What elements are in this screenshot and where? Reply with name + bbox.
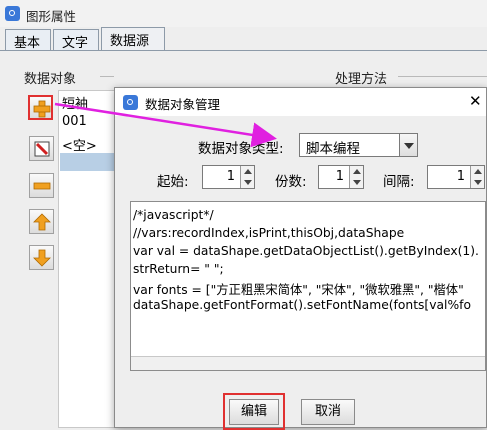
group-border: [100, 76, 114, 77]
group-border-right: [398, 76, 487, 77]
cancel-button[interactable]: 取消: [301, 399, 355, 425]
move-down-icon: [33, 249, 51, 267]
script-line: var fonts = ["方正粗黑宋简体", "宋体", "微软雅黑", "楷…: [133, 283, 464, 297]
interval-value: 1: [456, 169, 465, 184]
script-editor[interactable]: /*javascript*/ //vars:recordIndex,isPrin…: [130, 201, 486, 371]
dialog-app-icon: [123, 95, 138, 110]
remove-icon: [33, 182, 51, 190]
tab-basic[interactable]: 基本: [5, 29, 51, 51]
interval-spinner[interactable]: 1: [427, 165, 485, 189]
move-down-button[interactable]: [29, 245, 54, 270]
tab-divider: [0, 50, 487, 51]
list-item[interactable]: 001: [62, 114, 87, 129]
count-label: 份数:: [275, 174, 307, 190]
spin-down-icon[interactable]: [349, 177, 363, 188]
add-button[interactable]: [28, 95, 53, 120]
start-value: 1: [226, 169, 235, 184]
edit-icon: [34, 141, 50, 157]
list-selection: [60, 153, 118, 171]
type-select[interactable]: 脚本编程: [299, 133, 418, 157]
app-icon: [5, 6, 20, 21]
script-line: /*javascript*/: [133, 208, 214, 222]
script-line: var val = dataShape.getDataObjectList().…: [133, 244, 479, 258]
script-line: strReturn= " ";: [133, 262, 224, 276]
type-label: 数据对象类型:: [198, 141, 284, 157]
dialog-title: 数据对象管理: [145, 97, 221, 112]
close-icon[interactable]: ✕: [469, 92, 482, 110]
type-select-value: 脚本编程: [306, 141, 360, 157]
script-line: dataShape.getFontFormat().setFontName(fo…: [133, 298, 471, 312]
window-title-bar: 图形属性: [0, 0, 487, 27]
spin-up-icon[interactable]: [240, 166, 254, 177]
dialog-title-bar: 数据对象管理 ✕: [115, 88, 486, 116]
add-icon: [33, 100, 51, 118]
data-object-list[interactable]: 短袖 001 <空>: [58, 90, 120, 428]
spin-up-icon[interactable]: [470, 166, 484, 177]
tab-datasource[interactable]: 数据源: [101, 27, 165, 51]
remove-button[interactable]: [29, 173, 54, 198]
tab-text[interactable]: 文字: [53, 29, 99, 51]
count-spinner[interactable]: 1: [318, 165, 364, 189]
data-object-manager-dialog: 数据对象管理 ✕ 数据对象类型: 脚本编程 起始: 1 份数: 1 间隔: 1: [114, 87, 487, 430]
count-value: 1: [335, 169, 344, 184]
spin-down-icon[interactable]: [240, 177, 254, 188]
list-item[interactable]: <空>: [62, 135, 97, 154]
move-up-icon: [33, 213, 51, 231]
script-line: //vars:recordIndex,isPrint,thisObj,dataS…: [133, 226, 405, 240]
interval-label: 间隔:: [383, 174, 415, 190]
highlight-box: [223, 393, 285, 430]
data-objects-label: 数据对象: [24, 72, 77, 87]
spin-up-icon[interactable]: [349, 166, 363, 177]
start-spinner[interactable]: 1: [202, 165, 255, 189]
move-up-button[interactable]: [29, 209, 54, 234]
horizontal-scrollbar[interactable]: [131, 356, 485, 370]
edit-button[interactable]: [29, 136, 54, 161]
window-title: 图形属性: [26, 9, 77, 24]
chevron-down-icon[interactable]: [399, 134, 417, 156]
processing-method-label: 处理方法: [335, 72, 388, 87]
spin-down-icon[interactable]: [470, 177, 484, 188]
list-item[interactable]: 短袖: [62, 93, 88, 112]
start-label: 起始:: [157, 174, 189, 190]
